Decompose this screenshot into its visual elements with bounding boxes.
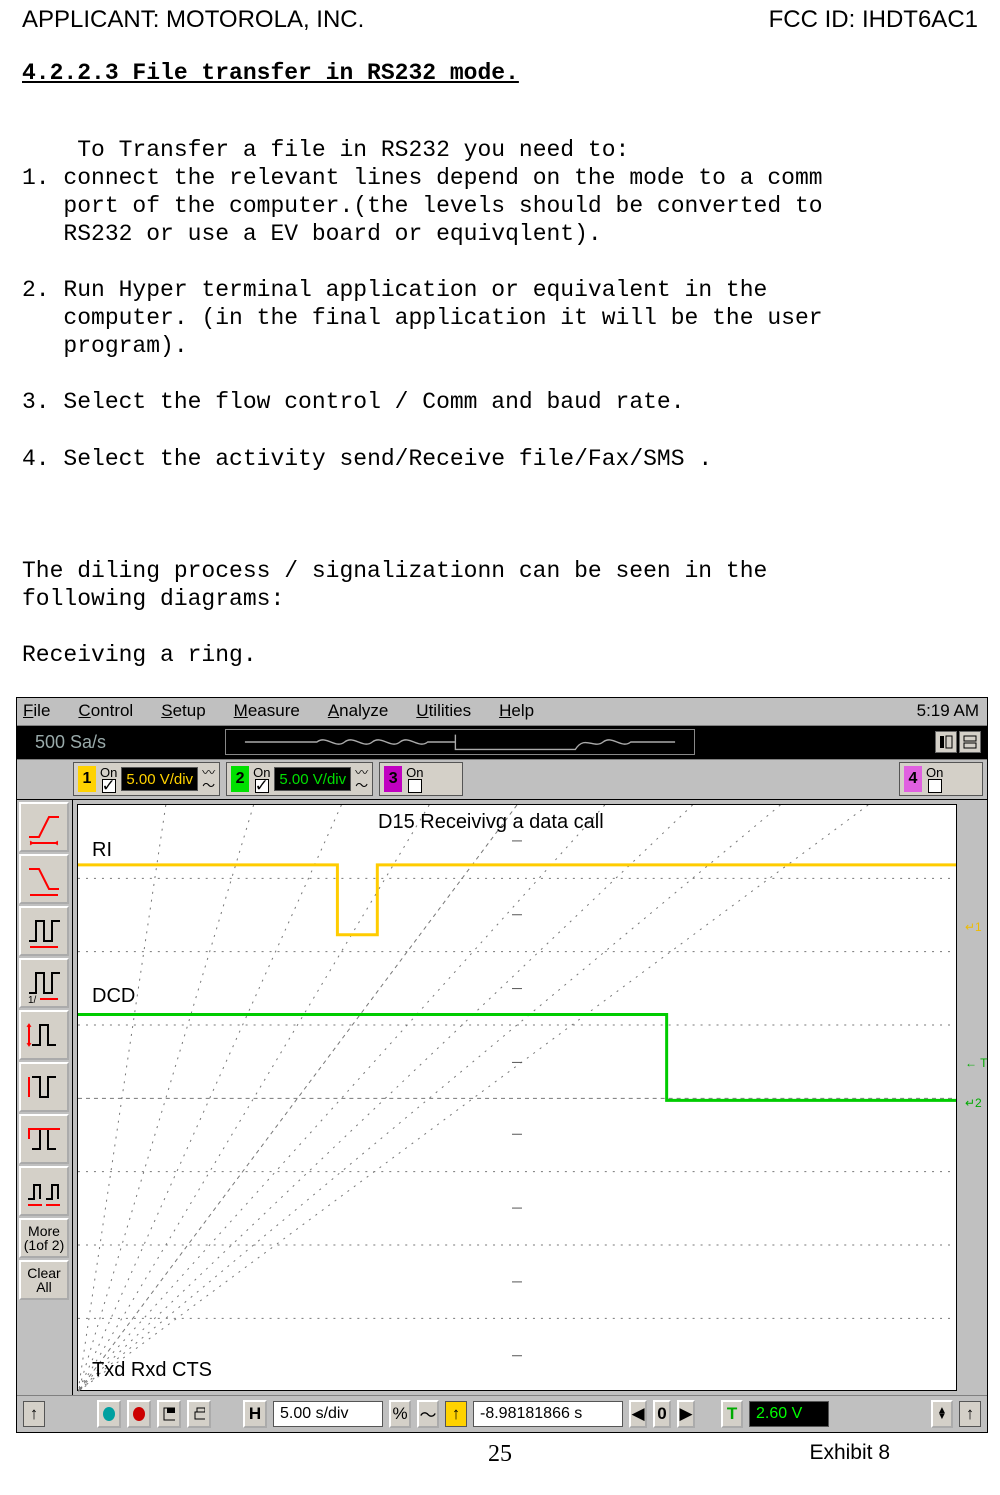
fcc-id-text: FCC ID: IHDT6AC1 [769, 6, 978, 34]
sidebar-toggle-icon[interactable] [935, 731, 957, 753]
print-button[interactable] [187, 1400, 211, 1428]
tool-pulse-width-icon[interactable] [19, 906, 69, 956]
svg-text:1/: 1/ [28, 995, 37, 1003]
channel-bar: 1 On ✓ 5.00 V/div 〰〜 2 On ✓ 5.00 V/div 〰… [17, 760, 987, 800]
channel-2-checkbox[interactable]: ✓ [255, 779, 269, 793]
timebase-coupling-icon[interactable]: 〜 [417, 1400, 439, 1428]
trigger-source-button[interactable]: T [721, 1400, 743, 1428]
channel-1-vdiv[interactable]: 5.00 V/div [121, 767, 198, 791]
tool-edge-falling-icon[interactable] [19, 854, 69, 904]
page-number: 25 [488, 1441, 512, 1468]
tool-amplitude-up-icon[interactable] [19, 1010, 69, 1060]
tool-compare-icon[interactable] [19, 1166, 69, 1216]
waveform-graticule[interactable]: D15 Receivivg a data call RI DCD Txd Rxd… [77, 804, 957, 1391]
channel-2-badge: 2 [231, 766, 249, 792]
tool-top-level-icon[interactable] [19, 1114, 69, 1164]
channel-2[interactable]: 2 On ✓ 5.00 V/div 〰〜 [226, 762, 373, 796]
layout-toggle-icon[interactable] [959, 731, 981, 753]
channel-1[interactable]: 1 On ✓ 5.00 V/div 〰〜 [73, 762, 220, 796]
trace-label-bottom: Txd Rxd CTS [92, 1359, 212, 1382]
tool-period-icon[interactable]: 1/ [19, 958, 69, 1008]
channel-2-vdiv[interactable]: 5.00 V/div [274, 767, 351, 791]
delay-center-button[interactable]: 0 [653, 1400, 671, 1428]
section-title: 4.2.2.3 File transfer in RS232 mode. [22, 60, 978, 86]
sample-bar: 500 Sa/s [17, 726, 987, 760]
channel-4-checkbox[interactable] [928, 779, 942, 793]
channel-2-coupling-icon[interactable]: 〰〜 [355, 766, 368, 792]
channel-3-on-label: On [406, 766, 423, 779]
tool-edge-rising-icon[interactable] [19, 802, 69, 852]
figure-caption: Receiving a ring. [22, 641, 978, 669]
tool-amplitude-down-icon[interactable] [19, 1062, 69, 1112]
plot-title: D15 Receivivg a data call [378, 811, 604, 834]
menu-analyze[interactable]: Analyze [328, 701, 388, 721]
marker-ch2-icon: ↵2 [965, 1096, 983, 1110]
channel-4[interactable]: 4 On [899, 762, 983, 796]
channel-4-on-label: On [926, 766, 943, 779]
stop-button[interactable] [127, 1400, 151, 1428]
channel-1-coupling-icon[interactable]: 〰〜 [202, 766, 215, 792]
bottom-toolbar: ↑ H 5.00 s/div % 〜 ↑ -8.98181866 s ◀ 0 ▶… [17, 1396, 987, 1432]
delay-right-button[interactable]: ▶ [677, 1400, 695, 1428]
save-button[interactable] [157, 1400, 181, 1428]
timebase-field[interactable]: 5.00 s/div [273, 1401, 383, 1427]
step-2: Run Hyper terminal application or equiva… [22, 277, 823, 359]
more-button[interactable]: More (1of 2) [19, 1218, 69, 1258]
trace-label-ri: RI [92, 839, 112, 862]
marker-trigger-icon: ← T [965, 1056, 983, 1070]
trigger-level-field[interactable]: 2.60 V [749, 1401, 829, 1427]
menu-help[interactable]: Help [499, 701, 534, 721]
channel-3-checkbox[interactable] [408, 779, 422, 793]
menu-file[interactable]: File [23, 701, 50, 721]
step-3: Select the flow control / Comm and baud … [63, 389, 684, 415]
exhibit-label: Exhibit 8 [809, 1441, 890, 1465]
horizontal-label: H [243, 1400, 267, 1428]
channel-3[interactable]: 3 On [379, 762, 463, 796]
channel-1-badge: 1 [78, 766, 96, 792]
scroll-up-left-icon[interactable]: ↑ [23, 1401, 45, 1427]
paragraph-2: The diling process / signalizationn can … [22, 557, 978, 613]
step-4: Select the activity send/Receive file/Fa… [63, 446, 712, 472]
sample-rate: 500 Sa/s [35, 732, 215, 753]
channel-3-badge: 3 [384, 766, 402, 792]
marker-ch1-icon: ↵1 [965, 920, 983, 934]
clock: 5:19 AM [917, 701, 979, 721]
menu-utilities[interactable]: Utilities [416, 701, 471, 721]
oscilloscope-window: File Control Setup Measure Analyze Utili… [16, 697, 988, 1433]
run-button[interactable] [97, 1400, 121, 1428]
right-margin-markers: ↵1 ← T ↵2 [963, 800, 987, 1395]
intro-line: To Transfer a file in RS232 you need to: [77, 137, 629, 163]
menu-control[interactable]: Control [78, 701, 133, 721]
scroll-up-right-icon[interactable]: ↑ [959, 1401, 981, 1427]
delay-left-button[interactable]: ◀ [629, 1400, 647, 1428]
waveform-preview [225, 729, 695, 755]
channel-4-badge: 4 [904, 766, 922, 792]
delay-marker-icon[interactable]: ↑ [445, 1401, 467, 1427]
timebase-scale-icon[interactable]: % [389, 1400, 411, 1428]
menu-measure[interactable]: Measure [234, 701, 300, 721]
channel-1-checkbox[interactable]: ✓ [102, 779, 116, 793]
trigger-adjust-icon[interactable]: ▲▼ [931, 1400, 953, 1428]
step-1: connect the relevant lines depend on the… [22, 165, 823, 247]
clear-all-button[interactable]: Clear All [19, 1260, 69, 1300]
body-text: To Transfer a file in RS232 you need to:… [22, 108, 978, 529]
applicant-text: APPLICANT: MOTOROLA, INC. [22, 6, 364, 34]
delay-field[interactable]: -8.98181866 s [473, 1401, 623, 1427]
menubar: File Control Setup Measure Analyze Utili… [17, 698, 987, 726]
menu-setup[interactable]: Setup [161, 701, 205, 721]
trace-label-dcd: DCD [92, 985, 135, 1008]
tool-column: 1/ More (1of 2) Clear All [17, 800, 73, 1395]
